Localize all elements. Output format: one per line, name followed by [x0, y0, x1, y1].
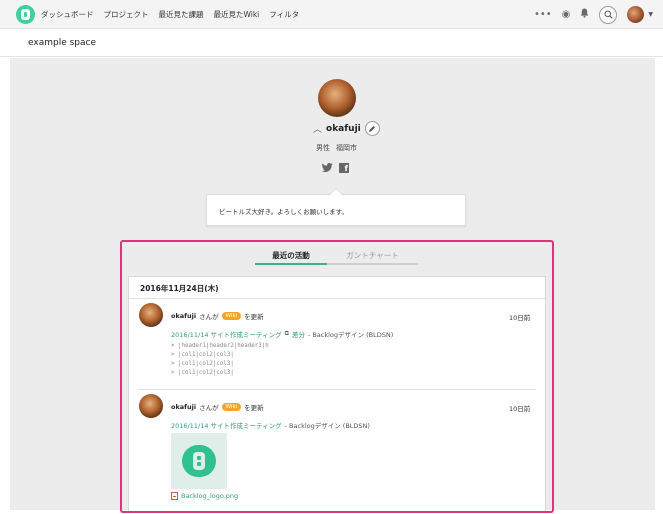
pencil-icon — [369, 125, 376, 132]
more-dots-icon[interactable]: ••• — [534, 9, 552, 20]
backlog-logo-icon[interactable] — [16, 5, 35, 24]
profile-username: okafuji — [326, 123, 361, 134]
social-links: f — [321, 163, 349, 173]
nav-filter[interactable]: フィルタ — [269, 9, 299, 20]
profile-location: 福岡市 — [336, 144, 357, 152]
nav-recent-wiki[interactable]: 最近見たWiki — [214, 9, 260, 20]
space-name[interactable]: example space — [28, 38, 96, 48]
edit-profile-button[interactable] — [364, 121, 380, 136]
profile-avatar — [318, 79, 356, 117]
twitter-icon[interactable] — [321, 163, 333, 173]
highlight-frame — [120, 240, 554, 513]
profile-bio: ビートルズ大好き。よろしくお願いします。 — [206, 188, 466, 226]
facebook-icon[interactable]: f — [339, 163, 349, 173]
nav-recent-issues[interactable]: 最近見た課題 — [159, 9, 204, 20]
nav-dashboard[interactable]: ダッシュボード — [41, 9, 94, 20]
profile-bio-text: ビートルズ大好き。よろしくお願いします。 — [219, 208, 349, 216]
bell-icon[interactable] — [580, 8, 589, 21]
nav-projects[interactable]: プロジェクト — [104, 9, 149, 20]
profile-name-row: ︿ okafuji — [313, 121, 380, 136]
top-navigation-bar: ダッシュボード プロジェクト 最近見た課題 最近見たWiki フィルタ ••• … — [0, 0, 663, 29]
space-header: example space — [0, 30, 663, 57]
nav-actions: ••• ◉ ▼ — [534, 0, 653, 29]
profile-meta: 男性 福岡市 — [316, 143, 357, 153]
eye-icon[interactable]: ◉ — [562, 9, 571, 20]
chevron-down-icon[interactable]: ▼ — [648, 11, 653, 18]
user-avatar[interactable] — [627, 6, 645, 23]
search-icon[interactable] — [599, 5, 618, 24]
main-nav: ダッシュボード プロジェクト 最近見た課題 最近見たWiki フィルタ — [41, 0, 299, 29]
profile-gender: 男性 — [316, 144, 330, 152]
chevron-up-icon[interactable]: ︿ — [313, 122, 322, 135]
